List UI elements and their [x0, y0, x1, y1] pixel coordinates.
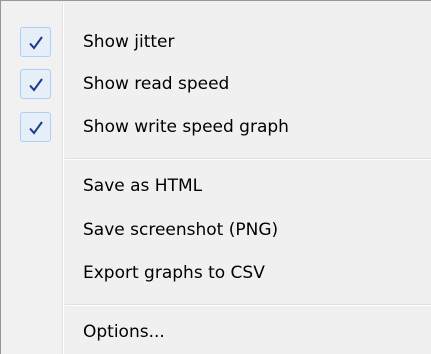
menu-item-label: Show read speed — [83, 74, 230, 94]
context-menu: Show jitter Show read speed Show write s… — [0, 0, 431, 354]
menu-item-label: Options... — [83, 322, 165, 342]
menu-item-label: Save as HTML — [83, 176, 203, 196]
menu-item-save-screenshot[interactable]: Save screenshot (PNG) — [2, 209, 431, 251]
menu-item-options[interactable]: Options... — [2, 311, 431, 353]
check-icon — [20, 112, 51, 142]
menu-separator-highlight — [65, 159, 431, 160]
menu-item-label: Save screenshot (PNG) — [83, 220, 279, 240]
menu-item-save-as-html[interactable]: Save as HTML — [2, 165, 431, 207]
menu-item-label: Show jitter — [83, 32, 175, 52]
menu-item-show-jitter[interactable]: Show jitter — [2, 21, 431, 63]
menu-separator-highlight — [65, 305, 431, 306]
menu-item-show-write-speed-graph[interactable]: Show write speed graph — [2, 106, 431, 148]
check-icon — [20, 69, 51, 99]
menu-item-export-graphs-csv[interactable]: Export graphs to CSV — [2, 252, 431, 294]
menu-item-show-read-speed[interactable]: Show read speed — [2, 63, 431, 105]
menu-item-label: Export graphs to CSV — [83, 263, 265, 283]
check-icon — [20, 27, 51, 57]
menu-item-label: Show write speed graph — [83, 117, 289, 137]
